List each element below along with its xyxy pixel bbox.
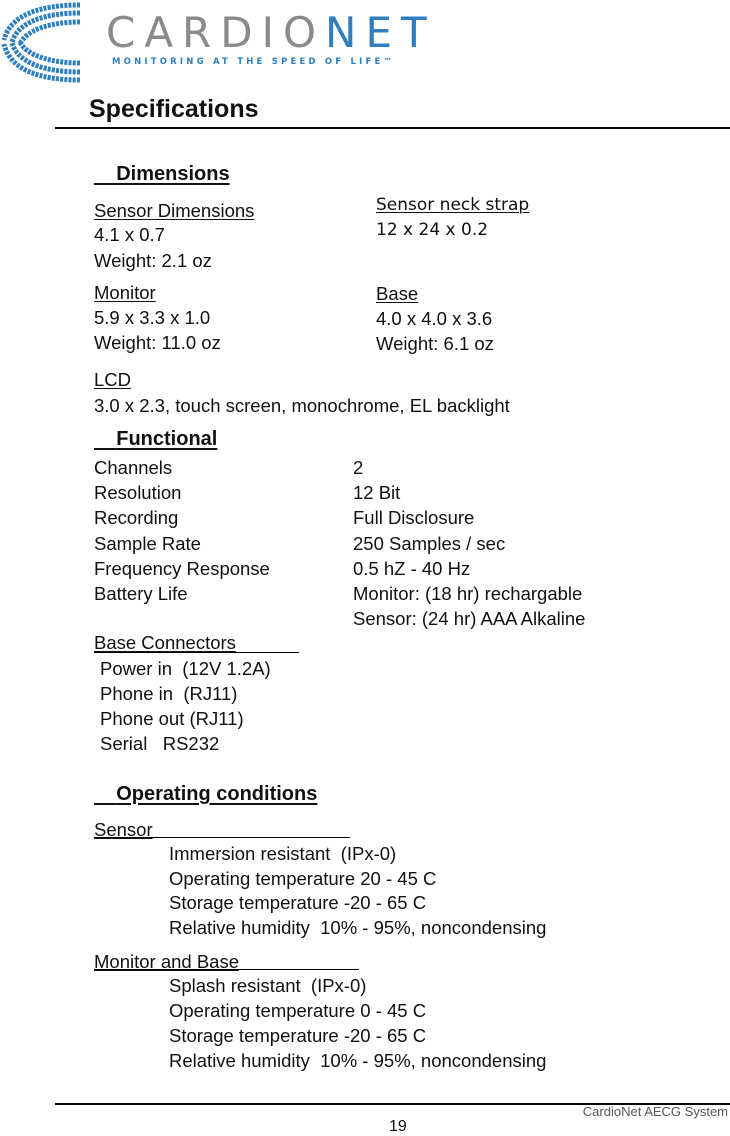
page-number: 19 [389,1118,407,1135]
section-heading-dimensions: Dimensions [116,163,230,185]
monitor-base-conditions-label: Monitor and Base [94,951,240,972]
brand-primary: CARDIO [106,8,326,57]
spec-value: Full Disclosure [353,507,475,529]
sensor-condition-item: Immersion resistant (IPx-0) [169,843,397,864]
sensor-dimensions-label: Sensor Dimensions [94,200,255,221]
title-divider [55,127,730,129]
spec-label: Sample Rate [94,532,201,554]
spec-value: Sensor: (24 hr) AAA Alkaline [353,608,586,630]
spec-value: 250 Samples / sec [353,532,506,554]
sensor-conditions-label: Sensor [94,819,153,840]
section-heading-operating: Operating conditions [116,783,318,805]
neck-strap-label: Sensor neck strap [376,195,530,215]
spec-value: 2 [353,457,364,478]
connector-item: Serial RS232 [100,733,220,754]
monitor-size: 5.9 x 3.3 x 1.0 [94,307,211,328]
sensor-dimensions-weight: Weight: 2.1 oz [94,250,212,271]
monitor-base-condition-item: Storage temperature -20 - 65 C [169,1025,427,1046]
sensor-conditions-underline [94,837,350,838]
spec-label: Frequency Response [94,557,270,579]
footer-document-title: CardioNet AECG System [582,1104,728,1119]
connector-item: Phone in (RJ11) [100,683,238,704]
base-weight: Weight: 6.1 oz [376,333,494,354]
monitor-base-condition-item: Operating temperature 0 - 45 C [169,1000,427,1021]
monitor-weight: Weight: 11.0 oz [94,332,221,353]
monitor-label: Monitor [94,282,156,303]
monitor-base-conditions-underline [94,969,359,970]
base-label: Base [376,283,419,304]
sensor-condition-item: Storage temperature -20 - 65 C [169,892,427,913]
spec-label: Channels [94,457,173,478]
base-size: 4.0 x 4.0 x 3.6 [376,308,493,329]
monitor-base-condition-item: Splash resistant (IPx-0) [169,975,367,996]
spec-label: Resolution [94,482,182,504]
sensor-condition-item: Relative humidity 10% - 95%, noncondensi… [169,916,547,938]
connector-item: Power in (12V 1.2A) [100,658,271,679]
cardionet-logo-icon [1,2,81,83]
lcd-label: LCD [94,369,132,390]
base-connectors-underline [94,652,299,653]
brand-secondary: NET [325,8,436,57]
spec-value: 12 Bit [353,482,401,504]
section-heading-functional: Functional [116,428,218,450]
spec-label: Battery Life [94,583,188,604]
lcd-description: 3.0 x 2.3, touch screen, monochrome, EL … [94,395,510,416]
spec-label: Recording [94,507,179,529]
brand-wordmark: CARDIONET [106,8,436,57]
monitor-base-condition-item: Relative humidity 10% - 95%, noncondensi… [169,1050,547,1071]
brand-tagline: MONITORING AT THE SPEED OF LIFE™ [112,57,396,67]
neck-strap-size: 12 x 24 x 0.2 [376,220,489,240]
page-title: Specifications [89,95,259,123]
spec-value: Monitor: (18 hr) rechargable [353,583,583,604]
sensor-condition-item: Operating temperature 20 - 45 C [169,867,437,889]
spec-value: 0.5 hZ - 40 Hz [353,557,471,579]
sensor-dimensions-size: 4.1 x 0.7 [94,224,165,245]
connector-item: Phone out (RJ11) [100,708,244,729]
